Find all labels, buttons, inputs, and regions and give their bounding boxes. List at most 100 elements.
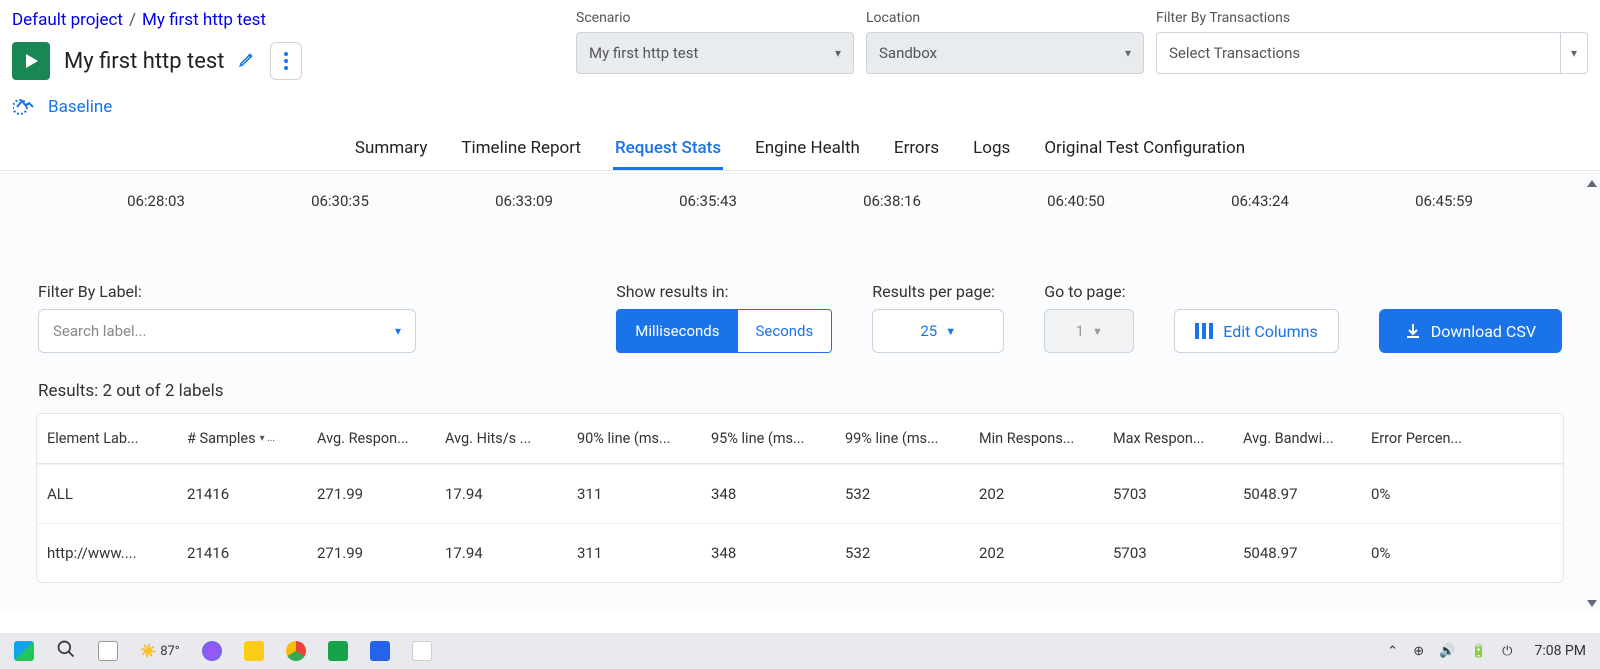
scroll-down-icon[interactable] <box>1587 600 1597 607</box>
clock[interactable]: 7:08 PM <box>1534 643 1586 659</box>
cell-avg-resp: 271.99 <box>307 465 435 523</box>
cell-avg-resp: 271.99 <box>307 524 435 582</box>
cell-max: 5703 <box>1103 465 1233 523</box>
time-tick: 06:35:43 <box>616 192 800 210</box>
caret-down-icon: ▼ <box>945 325 956 338</box>
unit-seconds[interactable]: Seconds <box>738 310 832 352</box>
col-samples[interactable]: # Samples ▾ ... <box>177 414 307 463</box>
show-results-title: Show results in: <box>616 282 832 301</box>
cell-samples: 21416 <box>177 465 307 523</box>
cell-bw: 5048.97 <box>1233 465 1361 523</box>
unit-milliseconds[interactable]: Milliseconds <box>617 310 737 352</box>
transactions-label: Filter By Transactions <box>1156 10 1588 26</box>
col-min[interactable]: Min Respons... <box>969 414 1103 463</box>
chevron-down-icon: ▾ <box>1125 46 1131 60</box>
table-row[interactable]: http://www.... 21416 271.99 17.94 311 34… <box>37 523 1563 582</box>
cell-min: 202 <box>969 524 1103 582</box>
results-count: Results: 2 out of 2 labels <box>36 381 1564 401</box>
tab-logs[interactable]: Logs <box>971 130 1012 170</box>
baseline-link[interactable]: Baseline <box>12 94 552 120</box>
tab-summary[interactable]: Summary <box>353 130 429 170</box>
timeline-axis: 06:28:03 06:30:35 06:33:09 06:35:43 06:3… <box>36 174 1564 210</box>
col-p90[interactable]: 90% line (ms... <box>567 414 701 463</box>
transactions-expand-button[interactable]: ▾ <box>1560 32 1588 74</box>
cell-p99: 532 <box>835 524 969 582</box>
cell-p90: 311 <box>567 465 701 523</box>
chevron-down-icon: ▾ <box>1571 46 1577 60</box>
os-taskbar: ☀️ 87° ⌃ ⊕ 🔊 🔋 ⏻ 7:08 PM <box>0 633 1600 669</box>
results-per-page-dropdown[interactable]: 25 ▼ <box>872 309 1004 353</box>
explorer-icon[interactable] <box>244 641 264 661</box>
time-tick: 06:43:24 <box>1168 192 1352 210</box>
col-avg-response[interactable]: Avg. Respon... <box>307 414 435 463</box>
filter-by-label-title: Filter By Label: <box>38 282 416 301</box>
cell-min: 202 <box>969 465 1103 523</box>
cell-p95: 348 <box>701 524 835 582</box>
time-tick: 06:28:03 <box>64 192 248 210</box>
col-p99[interactable]: 99% line (ms... <box>835 414 969 463</box>
app-icon[interactable] <box>202 641 222 661</box>
play-icon <box>23 53 39 69</box>
kebab-icon <box>284 52 288 70</box>
breadcrumb-test[interactable]: My first http test <box>142 10 266 30</box>
cell-hits: 17.94 <box>435 524 567 582</box>
col-p95[interactable]: 95% line (ms... <box>701 414 835 463</box>
tab-bar: Summary Timeline Report Request Stats En… <box>0 130 1600 170</box>
run-button[interactable] <box>12 42 50 80</box>
location-value: Sandbox <box>879 44 937 62</box>
filter-label-placeholder: Search label... <box>53 322 147 340</box>
chevron-down-icon: ▾ <box>395 324 401 338</box>
scrollbar[interactable] <box>1587 180 1596 607</box>
tab-timeline-report[interactable]: Timeline Report <box>459 130 583 170</box>
breadcrumb-project[interactable]: Default project <box>12 10 123 30</box>
tray-icons[interactable]: ⌃ ⊕ 🔊 🔋 ⏻ <box>1387 644 1518 659</box>
table-header: Element Lab... # Samples ▾ ... Avg. Resp… <box>37 414 1563 464</box>
word-icon[interactable] <box>370 641 390 661</box>
tab-request-stats[interactable]: Request Stats <box>613 130 723 170</box>
scroll-up-icon[interactable] <box>1587 180 1597 187</box>
download-csv-button[interactable]: Download CSV <box>1379 309 1562 353</box>
location-dropdown[interactable]: Sandbox ▾ <box>866 32 1144 74</box>
cell-label: ALL <box>37 465 177 523</box>
scenario-label: Scenario <box>576 10 854 26</box>
col-max[interactable]: Max Respon... <box>1103 414 1233 463</box>
rpp-value: 25 <box>920 322 937 340</box>
table-row[interactable]: ALL 21416 271.99 17.94 311 348 532 202 5… <box>37 464 1563 523</box>
filter-label-input[interactable]: Search label... ▾ <box>38 309 416 353</box>
download-icon <box>1405 323 1421 339</box>
col-bandwidth[interactable]: Avg. Bandwi... <box>1233 414 1361 463</box>
excel-icon[interactable] <box>328 641 348 661</box>
col-error-pct[interactable]: Error Percen... <box>1361 414 1481 463</box>
goto-page-dropdown[interactable]: 1 ▼ <box>1044 309 1134 353</box>
app-icon-2[interactable] <box>412 641 432 661</box>
taskview-icon[interactable] <box>98 641 118 661</box>
goto-value: 1 <box>1076 322 1084 340</box>
cell-p99: 532 <box>835 465 969 523</box>
scenario-dropdown[interactable]: My first http test ▾ <box>576 32 854 74</box>
breadcrumb: Default project / My first http test <box>12 10 552 30</box>
col-element-label[interactable]: Element Lab... <box>37 414 177 463</box>
edit-columns-label: Edit Columns <box>1223 322 1317 341</box>
cell-p95: 348 <box>701 465 835 523</box>
edit-title-button[interactable] <box>238 50 256 73</box>
col-avg-hits[interactable]: Avg. Hits/s ... <box>435 414 567 463</box>
tab-engine-health[interactable]: Engine Health <box>753 130 862 170</box>
search-icon[interactable] <box>56 639 76 663</box>
cell-bw: 5048.97 <box>1233 524 1361 582</box>
caret-down-icon: ▼ <box>1092 325 1103 338</box>
chrome-icon[interactable] <box>286 641 306 661</box>
temperature: 87° <box>160 644 179 659</box>
start-icon[interactable] <box>14 641 34 661</box>
sort-indicator-icon: ▾ ... <box>260 433 275 444</box>
chevron-down-icon: ▾ <box>835 46 841 60</box>
transactions-dropdown[interactable]: Select Transactions <box>1156 32 1560 74</box>
tab-original-config[interactable]: Original Test Configuration <box>1042 130 1247 170</box>
tab-errors[interactable]: Errors <box>892 130 941 170</box>
cell-err: 0% <box>1361 465 1481 523</box>
edit-columns-button[interactable]: Edit Columns <box>1174 309 1338 353</box>
time-tick: 06:30:35 <box>248 192 432 210</box>
more-actions-button[interactable] <box>270 42 302 80</box>
weather-widget[interactable]: ☀️ 87° <box>140 644 180 659</box>
location-label: Location <box>866 10 1144 26</box>
cell-label: http://www.... <box>37 524 177 582</box>
